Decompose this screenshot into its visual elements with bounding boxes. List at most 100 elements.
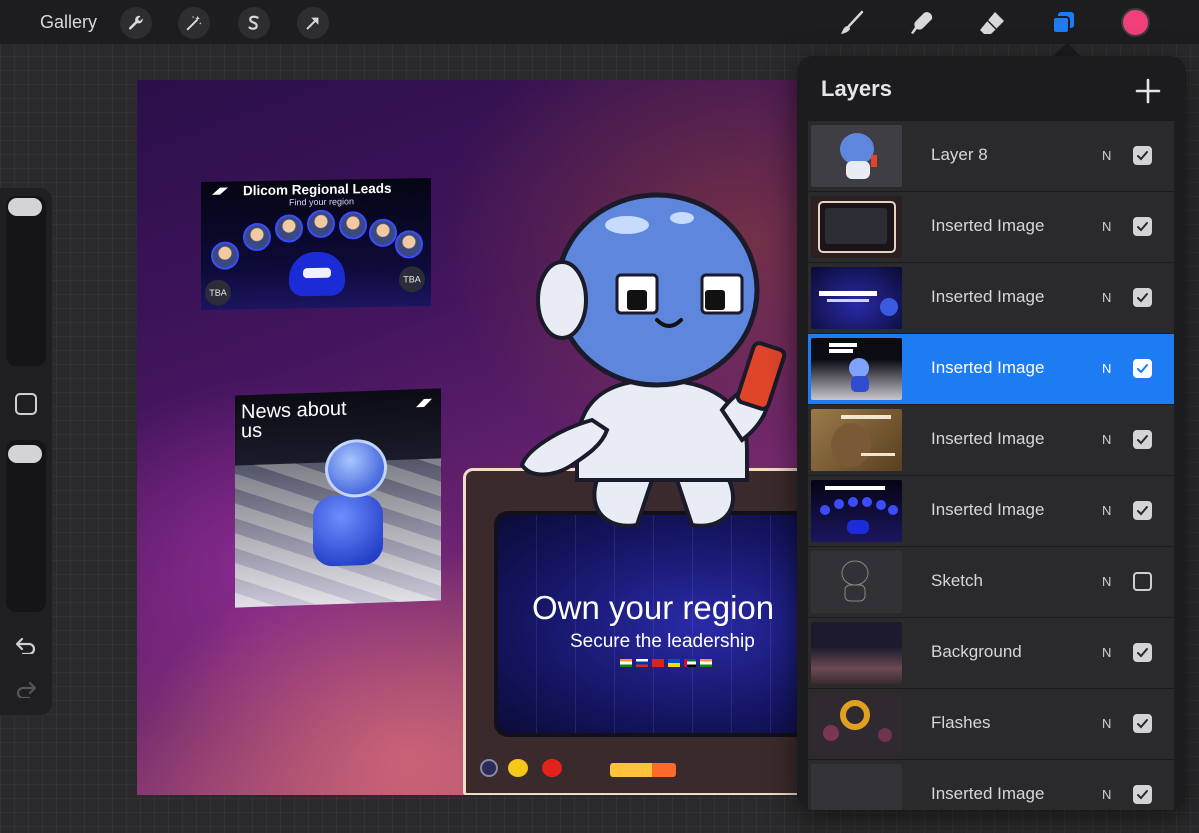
- layers-icon[interactable]: [1046, 6, 1080, 40]
- layer-name: Flashes: [931, 713, 991, 732]
- avatar: [307, 209, 335, 239]
- checkmark-icon: [1137, 222, 1148, 232]
- layer-thumbnail: [811, 267, 902, 329]
- magic-wand-icon[interactable]: [178, 7, 210, 39]
- opacity-knob[interactable]: [8, 445, 42, 463]
- selection-s-icon[interactable]: [238, 7, 270, 39]
- undo-icon[interactable]: [13, 634, 39, 656]
- avatar: [369, 218, 397, 248]
- left-sidebar: [0, 188, 52, 715]
- brush-size-knob[interactable]: [8, 198, 42, 216]
- layer-name: Background: [931, 642, 1022, 661]
- tba-badge: TBA: [399, 266, 425, 293]
- layer-name: Inserted Image: [931, 429, 1045, 448]
- blend-mode-button[interactable]: N: [1102, 716, 1111, 731]
- visibility-checkbox[interactable]: [1133, 359, 1152, 378]
- layer-row[interactable]: Sketch N: [808, 547, 1174, 618]
- leads-title: Dlicom Regional Leads: [243, 180, 392, 199]
- blend-mode-button[interactable]: N: [1102, 503, 1111, 518]
- brush-icon[interactable]: [835, 6, 869, 40]
- leads-subtitle: Find your region: [289, 196, 355, 208]
- visibility-checkbox[interactable]: [1133, 501, 1152, 520]
- regional-leads-image: Dlicom Regional Leads Find your region T…: [201, 177, 431, 311]
- layer-list: Layer 8 N Inserted Image N Inserted Imag…: [808, 121, 1174, 810]
- tv-headline: Own your region: [532, 589, 775, 626]
- blend-mode-button[interactable]: N: [1102, 432, 1111, 447]
- tba-badge: TBA: [205, 279, 231, 306]
- checkmark-icon: [1137, 151, 1148, 161]
- layer-name: Sketch: [931, 571, 983, 590]
- layer-name: Inserted Image: [931, 358, 1045, 377]
- visibility-checkbox[interactable]: [1133, 572, 1152, 591]
- eraser-icon[interactable]: [975, 6, 1009, 40]
- news-title: News about us: [241, 397, 347, 443]
- layer-row[interactable]: Flashes N: [808, 689, 1174, 760]
- layer-thumbnail: [811, 764, 902, 810]
- modify-button[interactable]: [15, 393, 37, 415]
- mascot-mini: [289, 251, 345, 297]
- visibility-checkbox[interactable]: [1133, 217, 1152, 236]
- tv-knob: [542, 759, 562, 777]
- visibility-checkbox[interactable]: [1133, 785, 1152, 804]
- tv-knob: [480, 759, 498, 777]
- layer-thumbnail: [811, 409, 902, 471]
- visibility-checkbox[interactable]: [1133, 714, 1152, 733]
- layer-thumbnail: [811, 125, 902, 187]
- news-about-us-image: News about us: [235, 388, 441, 608]
- tv-knob: [508, 759, 528, 777]
- layer-thumbnail: [811, 622, 902, 684]
- layer-name: Inserted Image: [931, 287, 1045, 306]
- drawing-canvas[interactable]: Dlicom Regional Leads Find your region T…: [137, 80, 837, 795]
- wrench-icon[interactable]: [120, 7, 152, 39]
- checkmark-icon: [1137, 506, 1148, 516]
- layers-title: Layers: [821, 76, 892, 101]
- checkmark-icon: [1137, 364, 1148, 374]
- blend-mode-button[interactable]: N: [1102, 574, 1111, 589]
- top-toolbar: Gallery: [0, 0, 1199, 44]
- layer-row[interactable]: Inserted Image N: [808, 405, 1174, 476]
- transform-arrow-icon[interactable]: [297, 7, 329, 39]
- visibility-checkbox[interactable]: [1133, 430, 1152, 449]
- tv-subline: Secure the leadership: [570, 631, 755, 652]
- smudge-icon[interactable]: [905, 6, 939, 40]
- brand-logo-icon: [416, 398, 432, 408]
- opacity-slider[interactable]: [6, 440, 46, 612]
- checkmark-icon: [1137, 293, 1148, 303]
- layer-row[interactable]: Inserted Image N: [808, 192, 1174, 263]
- checkmark-icon: [1137, 648, 1148, 658]
- brand-logo-icon: [212, 187, 228, 195]
- layer-row[interactable]: Background N: [808, 618, 1174, 689]
- blend-mode-button[interactable]: N: [1102, 148, 1111, 163]
- layer-thumbnail: [811, 196, 902, 258]
- blend-mode-button[interactable]: N: [1102, 645, 1111, 660]
- avatar: [395, 230, 423, 259]
- layer-row[interactable]: Inserted Image N: [808, 334, 1174, 405]
- visibility-checkbox[interactable]: [1133, 146, 1152, 165]
- avatar: [211, 241, 239, 270]
- blend-mode-button[interactable]: N: [1102, 290, 1111, 305]
- visibility-checkbox[interactable]: [1133, 643, 1152, 662]
- checkmark-icon: [1137, 719, 1148, 729]
- color-picker-button[interactable]: [1121, 8, 1150, 37]
- avatar: [275, 214, 303, 243]
- redo-icon[interactable]: [13, 678, 39, 700]
- blend-mode-button[interactable]: N: [1102, 361, 1111, 376]
- tv-slider-bar: [610, 763, 676, 777]
- layer-name: Layer 8: [931, 145, 988, 164]
- layer-name: Inserted Image: [931, 500, 1045, 519]
- avatar: [339, 211, 367, 240]
- layer-row[interactable]: Inserted Image N: [808, 263, 1174, 334]
- layer-thumbnail: [811, 551, 902, 613]
- gallery-button[interactable]: Gallery: [40, 12, 97, 33]
- layer-row[interactable]: Layer 8 N: [808, 121, 1174, 192]
- add-layer-icon[interactable]: [1135, 78, 1161, 104]
- blend-mode-button[interactable]: N: [1102, 219, 1111, 234]
- layers-panel: Layers Layer 8 N Inserted Image N Insert…: [797, 56, 1186, 810]
- blend-mode-button[interactable]: N: [1102, 787, 1111, 802]
- layer-thumbnail: [811, 480, 902, 542]
- layer-row[interactable]: Inserted Image N: [808, 476, 1174, 547]
- flag-row: [620, 659, 712, 667]
- visibility-checkbox[interactable]: [1133, 288, 1152, 307]
- layer-row[interactable]: Inserted Image N: [808, 760, 1174, 810]
- brush-size-slider[interactable]: [6, 196, 46, 366]
